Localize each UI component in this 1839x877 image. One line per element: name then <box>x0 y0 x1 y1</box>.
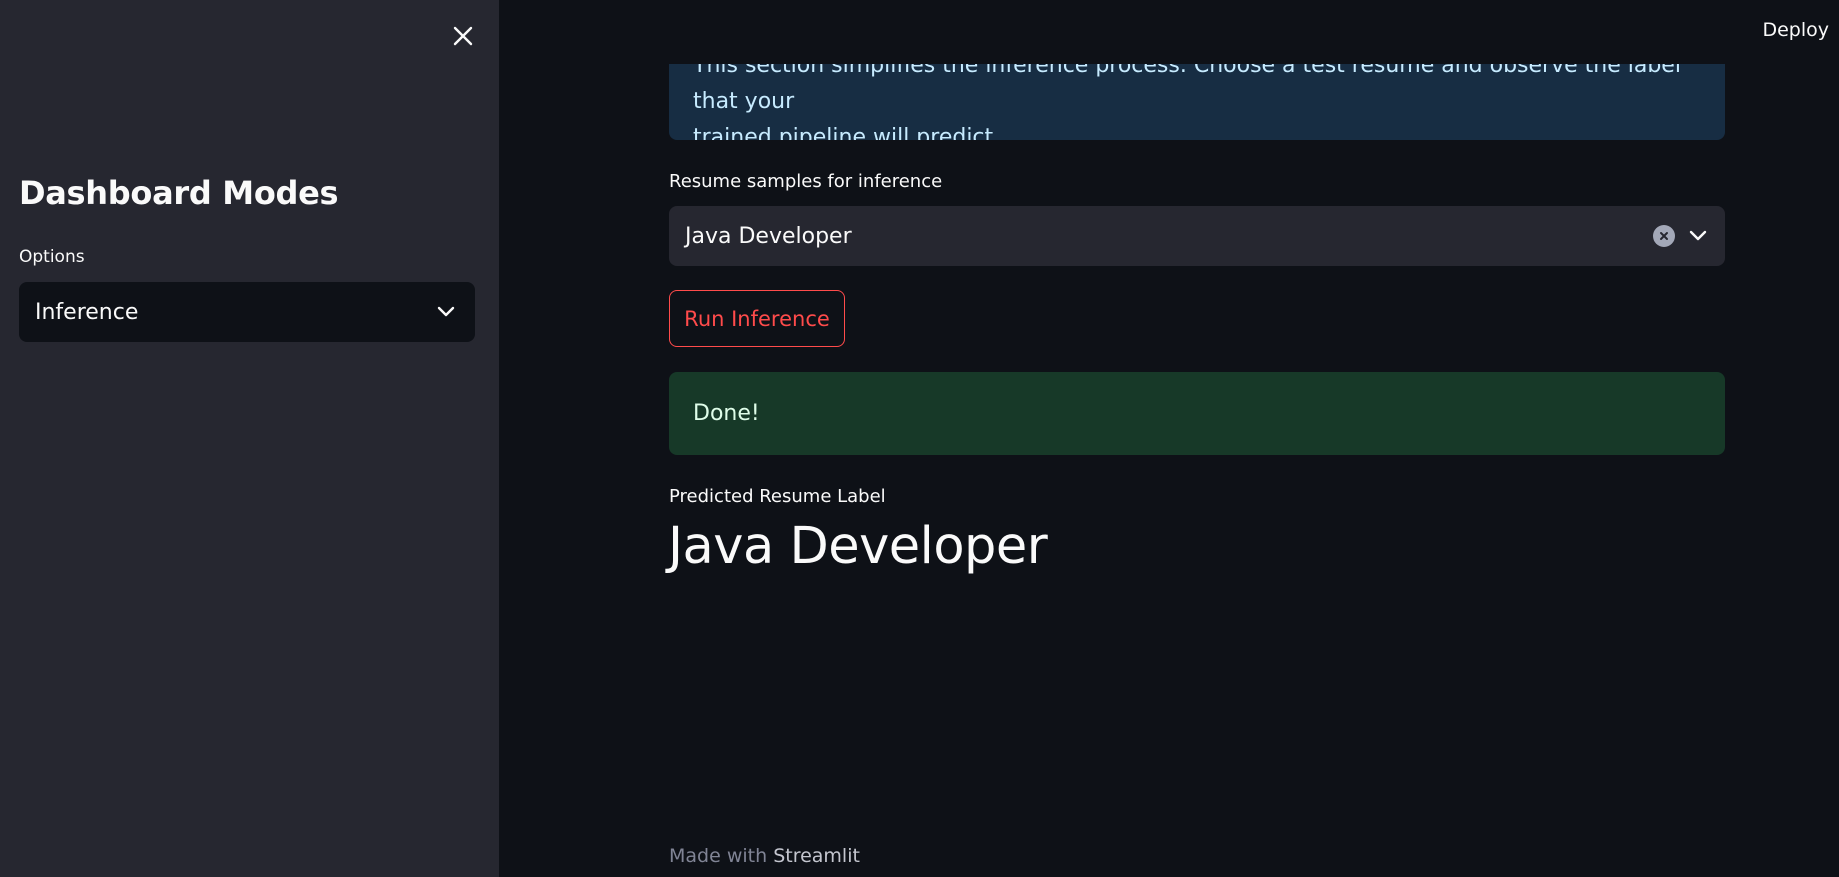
sidebar: Dashboard Modes Options Inference <box>0 0 499 877</box>
sample-select-value: Java Developer <box>685 223 852 249</box>
sample-select[interactable]: Java Developer <box>669 206 1725 266</box>
success-alert: Done! <box>669 372 1725 455</box>
clear-icon[interactable] <box>1653 225 1675 247</box>
main-content: This section simplifies the inference pr… <box>499 0 1839 877</box>
options-label: Options <box>19 247 85 267</box>
chevron-down-icon <box>437 306 455 317</box>
close-icon <box>453 26 473 46</box>
sample-select-label: Resume samples for inference <box>669 171 943 192</box>
success-message: Done! <box>693 401 760 426</box>
mode-select-value: Inference <box>35 299 139 325</box>
footer-brand-link[interactable]: Streamlit <box>773 845 860 867</box>
info-text-line2: trained pipeline will predict. <box>693 125 1001 140</box>
deploy-button[interactable]: Deploy <box>1762 19 1829 41</box>
metric-value: Java Developer <box>668 517 1048 576</box>
sidebar-title: Dashboard Modes <box>19 174 339 212</box>
run-inference-button[interactable]: Run Inference <box>669 290 845 347</box>
close-sidebar-button[interactable] <box>447 20 479 52</box>
mode-select[interactable]: Inference <box>19 282 475 342</box>
app-header: Deploy <box>499 0 1839 64</box>
footer-prefix: Made with <box>669 845 768 867</box>
metric-label: Predicted Resume Label <box>669 486 886 507</box>
footer: Made with Streamlit <box>669 845 860 867</box>
chevron-down-icon[interactable] <box>1689 230 1707 242</box>
